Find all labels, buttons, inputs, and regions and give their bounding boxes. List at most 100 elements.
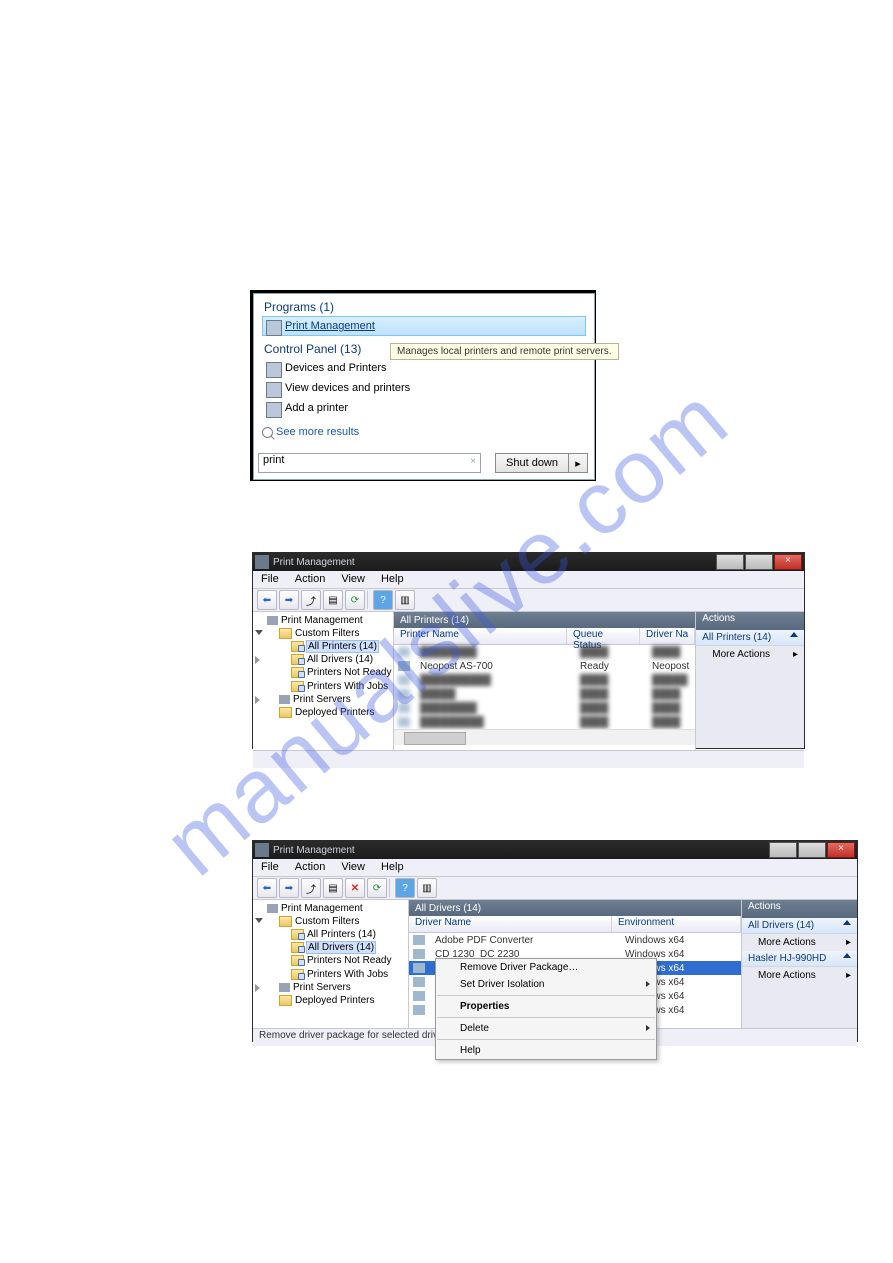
up-button[interactable]: ⤴ — [301, 878, 321, 898]
delete-button[interactable]: ✕ — [345, 878, 365, 898]
navigation-tree[interactable]: Print Management Custom Filters All Prin… — [253, 612, 394, 750]
view-button[interactable]: ▥ — [395, 590, 415, 610]
result-print-management[interactable]: Print Management — [262, 316, 586, 336]
up-button[interactable]: ⤴ — [301, 590, 321, 610]
tree-filter-with-jobs[interactable]: Printers With Jobs — [253, 968, 408, 981]
tree-filter-all-printers[interactable]: All Printers (14) — [253, 928, 408, 941]
shutdown-button[interactable]: Shut down — [495, 453, 568, 473]
ctx-delete[interactable]: Delete — [436, 1020, 656, 1037]
minimize-button[interactable] — [769, 842, 797, 858]
menu-bar[interactable]: File Action View Help — [253, 859, 857, 877]
table-row[interactable]: Adobe PDF ConverterWindows x64 — [409, 933, 741, 947]
help-button[interactable]: ? — [373, 590, 393, 610]
printers-grid[interactable]: Printer Name Queue Status Driver Na ████… — [394, 628, 695, 750]
menu-help[interactable]: Help — [373, 859, 412, 876]
grid-header[interactable]: Driver Name Environment — [409, 916, 741, 933]
cp-item-view-devices[interactable]: View devices and printers — [262, 378, 586, 398]
result-link[interactable]: Print Management — [285, 320, 375, 332]
search-input[interactable]: print × — [258, 453, 481, 473]
grid-header[interactable]: Printer Name Queue Status Driver Na — [394, 628, 695, 645]
actions-category[interactable]: All Printers (14) — [696, 630, 804, 646]
maximize-button[interactable] — [745, 554, 773, 570]
close-button[interactable]: × — [774, 554, 802, 570]
submenu-arrow-icon: ▸ — [793, 649, 798, 660]
forward-button[interactable]: ➡ — [279, 878, 299, 898]
tree-root[interactable]: Print Management — [253, 902, 408, 915]
tree-custom-filters[interactable]: Custom Filters — [253, 915, 408, 928]
table-row[interactable]: Neopost AS-700ReadyNeopost — [394, 659, 695, 673]
table-row[interactable]: █████████████ — [394, 687, 695, 701]
help-button[interactable]: ? — [395, 878, 415, 898]
tree-custom-filters[interactable]: Custom Filters — [253, 627, 393, 640]
tree-deployed-printers[interactable]: Deployed Printers — [253, 994, 408, 1007]
tree-deployed-printers[interactable]: Deployed Printers — [253, 706, 393, 719]
menu-file[interactable]: File — [253, 571, 287, 588]
ctx-remove-driver-package[interactable]: Remove Driver Package… — [436, 959, 656, 976]
minimize-button[interactable] — [716, 554, 744, 570]
window-titlebar[interactable]: Print Management × — [253, 553, 804, 571]
navigation-tree[interactable]: Print Management Custom Filters All Prin… — [253, 900, 409, 1028]
menu-action[interactable]: Action — [287, 859, 334, 876]
maximize-button[interactable] — [798, 842, 826, 858]
main-pane: All Printers (14) Printer Name Queue Sta… — [394, 612, 695, 750]
cp-item-label: View devices and printers — [285, 382, 410, 394]
actions-more-actions-2[interactable]: More Actions▸ — [742, 967, 857, 984]
menu-file[interactable]: File — [253, 859, 287, 876]
devices-icon — [266, 382, 282, 398]
forward-button[interactable]: ➡ — [279, 590, 299, 610]
tree-root[interactable]: Print Management — [253, 614, 393, 627]
cp-item-label: Add a printer — [285, 402, 348, 414]
show-hide-tree-button[interactable]: ▤ — [323, 590, 343, 610]
col-driver-name[interactable]: Driver Na — [640, 628, 695, 644]
folder-icon — [279, 707, 292, 718]
shutdown-options-button[interactable]: ▸ — [568, 453, 588, 473]
back-button[interactable]: ⬅ — [257, 590, 277, 610]
refresh-button[interactable]: ⟳ — [367, 878, 387, 898]
tree-print-servers[interactable]: Print Servers — [253, 693, 393, 706]
menu-bar[interactable]: File Action View Help — [253, 571, 804, 589]
actions-more-actions-1[interactable]: More Actions▸ — [742, 934, 857, 951]
menu-view[interactable]: View — [333, 859, 373, 876]
tree-filter-all-drivers[interactable]: All Drivers (14) — [253, 941, 408, 954]
actions-more-actions[interactable]: More Actions▸ — [696, 646, 804, 663]
close-button[interactable]: × — [827, 842, 855, 858]
col-driver-name[interactable]: Driver Name — [409, 916, 612, 932]
view-button[interactable]: ▥ — [417, 878, 437, 898]
see-more-results-link[interactable]: See more results — [254, 418, 594, 442]
driver-icon — [413, 1005, 425, 1015]
clear-search-icon[interactable]: × — [470, 456, 476, 467]
ctx-set-driver-isolation[interactable]: Set Driver Isolation — [436, 976, 656, 993]
tree-filter-not-ready[interactable]: Printers Not Ready — [253, 954, 408, 967]
tree-filter-not-ready[interactable]: Printers Not Ready — [253, 666, 393, 679]
col-queue-status[interactable]: Queue Status — [567, 628, 640, 644]
tree-filter-all-drivers[interactable]: All Drivers (14) — [253, 653, 393, 666]
actions-category-all-drivers[interactable]: All Drivers (14) — [742, 918, 857, 934]
driver-icon — [413, 935, 425, 945]
ctx-help[interactable]: Help — [436, 1042, 656, 1059]
back-button[interactable]: ⬅ — [257, 878, 277, 898]
tree-filter-all-printers[interactable]: All Printers (14) — [253, 640, 393, 653]
table-row[interactable]: ████████████████ — [394, 645, 695, 659]
window-titlebar[interactable]: Print Management × — [253, 841, 857, 859]
tree-print-servers[interactable]: Print Servers — [253, 981, 408, 994]
table-row[interactable]: █████████████████ — [394, 715, 695, 729]
menu-view[interactable]: View — [333, 571, 373, 588]
horizontal-scrollbar[interactable] — [394, 729, 695, 745]
folder-icon — [279, 628, 292, 639]
refresh-button[interactable]: ⟳ — [345, 590, 365, 610]
cp-item-label: Devices and Printers — [285, 362, 387, 374]
driver-context-menu[interactable]: Remove Driver Package… Set Driver Isolat… — [435, 958, 657, 1060]
show-hide-tree-button[interactable]: ▤ — [323, 878, 343, 898]
menu-action[interactable]: Action — [287, 571, 334, 588]
ctx-properties[interactable]: Properties — [436, 998, 656, 1015]
actions-header: Actions — [742, 900, 857, 918]
cp-item-devices-and-printers[interactable]: Devices and Printers — [262, 358, 586, 378]
col-environment[interactable]: Environment — [612, 916, 741, 932]
cp-item-add-printer[interactable]: Add a printer — [262, 398, 586, 418]
tree-filter-with-jobs[interactable]: Printers With Jobs — [253, 680, 393, 693]
table-row[interactable]: ███████████████████ — [394, 673, 695, 687]
table-row[interactable]: ████████████████ — [394, 701, 695, 715]
menu-help[interactable]: Help — [373, 571, 412, 588]
actions-category-selected-driver[interactable]: Hasler HJ-990HD — [742, 951, 857, 967]
col-printer-name[interactable]: Printer Name — [394, 628, 567, 644]
